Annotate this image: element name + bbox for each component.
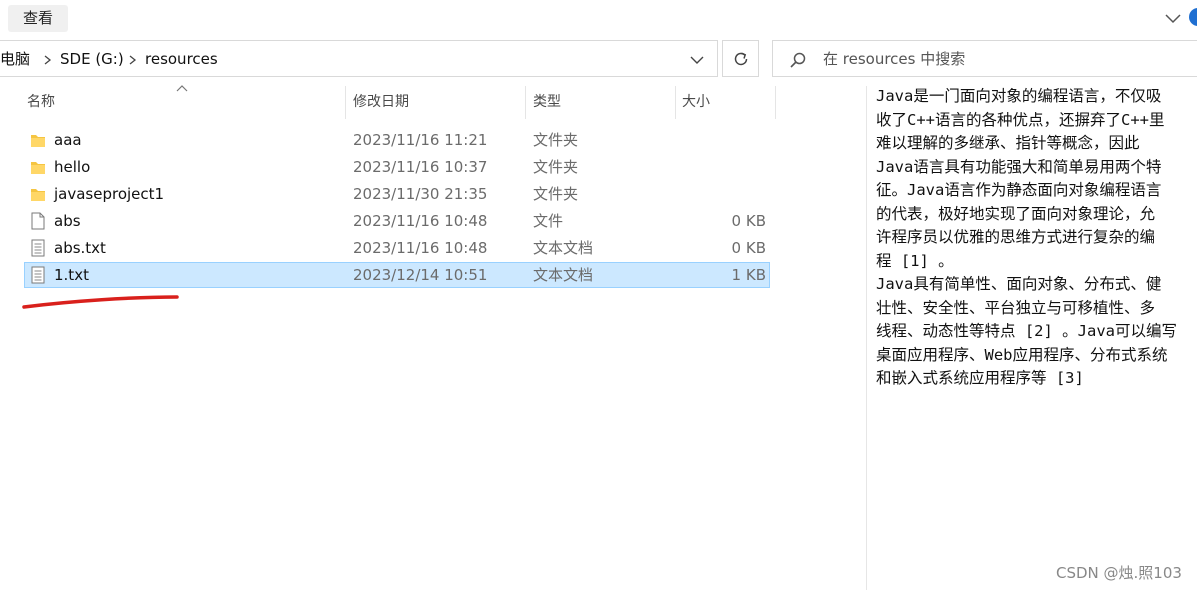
file-date: 2023/11/16 10:48 (353, 212, 488, 230)
search-box[interactable]: 在 resources 中搜索 (772, 40, 1197, 77)
file-type: 文件 (533, 212, 564, 230)
column-divider[interactable] (675, 86, 676, 119)
file-date: 2023/11/16 11:21 (353, 131, 488, 149)
preview-line: Java具有简单性、面向对象、分布式、健 (876, 275, 1162, 293)
file-name: aaa (54, 131, 82, 149)
red-underline-annotation (22, 295, 179, 309)
file-row[interactable]: abs.txt 2023/11/16 10:48 文本文档 0 KB (24, 235, 770, 261)
file-icon (31, 212, 45, 230)
file-type: 文本文档 (533, 239, 594, 257)
address-bar[interactable]: 此电脑 SDE (G:) resources (0, 40, 718, 77)
file-size: 0 KB (731, 239, 766, 257)
folder-icon (31, 135, 45, 147)
file-type: 文本文档 (533, 266, 594, 284)
file-type: 文件夹 (533, 158, 579, 176)
preview-pane-divider[interactable] (866, 86, 867, 590)
refresh-button[interactable] (722, 40, 759, 77)
column-header-date[interactable]: 修改日期 (353, 86, 409, 119)
preview-line: Java语言具有功能强大和简单易用两个特 (876, 157, 1162, 176)
refresh-icon (734, 52, 748, 66)
column-header-size[interactable]: 大小 (682, 86, 710, 119)
search-icon (790, 52, 806, 68)
preview-line: Java是一门面向对象的编程语言，不仅吸 (876, 87, 1162, 105)
file-size: 1 KB (731, 266, 766, 284)
help-icon[interactable] (1189, 8, 1197, 26)
watermark: CSDN @烛.照103 (1056, 564, 1182, 582)
file-row-selected[interactable]: 1.txt 2023/12/14 10:51 文本文档 1 KB (24, 262, 770, 288)
preview-pane: Java是一门面向对象的编程语言，不仅吸 收了C++语言的各种优点，还摒弃了C+… (876, 85, 1197, 391)
file-row[interactable]: javaseproject1 2023/11/30 21:35 文件夹 (24, 181, 770, 207)
preview-line: 壮性、安全性、平台独立与可移植性、多 (876, 298, 1156, 317)
preview-line: 收了C++语言的各种优点，还摒弃了C++里 (876, 110, 1165, 129)
column-divider[interactable] (525, 86, 526, 119)
file-row[interactable]: aaa 2023/11/16 11:21 文件夹 (24, 127, 770, 153)
file-date: 2023/11/16 10:48 (353, 239, 488, 257)
file-date: 2023/12/14 10:51 (353, 266, 488, 284)
preview-line: 的代表，极好地实现了面向对象理论，允 (876, 204, 1156, 223)
text-file-icon (31, 266, 45, 284)
text-file-icon (31, 239, 45, 257)
file-date: 2023/11/30 21:35 (353, 185, 488, 203)
column-divider[interactable] (345, 86, 346, 119)
tab-view[interactable]: 查看 (8, 5, 68, 32)
file-row[interactable]: abs 2023/11/16 10:48 文件 0 KB (24, 208, 770, 234)
file-size: 0 KB (731, 212, 766, 230)
file-type: 文件夹 (533, 131, 579, 149)
breadcrumb-resources[interactable]: resources (145, 41, 218, 78)
preview-line: 程 [1] 。 (876, 251, 954, 270)
folder-icon (31, 189, 45, 201)
column-divider[interactable] (775, 86, 776, 119)
chevron-right-icon[interactable] (128, 55, 137, 65)
column-header-type[interactable]: 类型 (533, 86, 561, 119)
column-header-name[interactable]: 名称 (27, 86, 55, 119)
file-name: hello (54, 158, 91, 176)
file-name: javaseproject1 (54, 185, 165, 203)
preview-line: 桌面应用程序、Web应用程序、分布式系统 (876, 345, 1168, 364)
breadcrumb-this-pc[interactable]: 此电脑 (0, 41, 30, 78)
chevron-down-icon[interactable] (689, 53, 705, 67)
file-name: abs (54, 212, 81, 230)
file-type: 文件夹 (533, 185, 579, 203)
ribbon: 查看 (0, 0, 1197, 36)
file-name: 1.txt (54, 266, 89, 284)
preview-line: 许程序员以优雅的思维方式进行复杂的编 (876, 228, 1156, 246)
folder-icon (31, 162, 45, 174)
sort-ascending-icon (176, 85, 188, 92)
file-name: abs.txt (54, 239, 106, 257)
search-input[interactable]: 在 resources 中搜索 (823, 41, 965, 78)
breadcrumb-drive[interactable]: SDE (G:) (60, 41, 124, 78)
chevron-right-icon[interactable] (43, 55, 52, 65)
chevron-down-icon[interactable] (1163, 10, 1183, 26)
preview-line: 和嵌入式系统应用程序等 [3] (876, 369, 1084, 387)
file-row[interactable]: hello 2023/11/16 10:37 文件夹 (24, 154, 770, 180)
preview-line: 线程、动态性等特点 [2] 。Java可以编写 (876, 322, 1177, 340)
preview-line: 难以理解的多继承、指针等概念，因此 (876, 134, 1140, 152)
preview-line: 征。Java语言作为静态面向对象编程语言 (876, 181, 1162, 199)
file-date: 2023/11/16 10:37 (353, 158, 488, 176)
